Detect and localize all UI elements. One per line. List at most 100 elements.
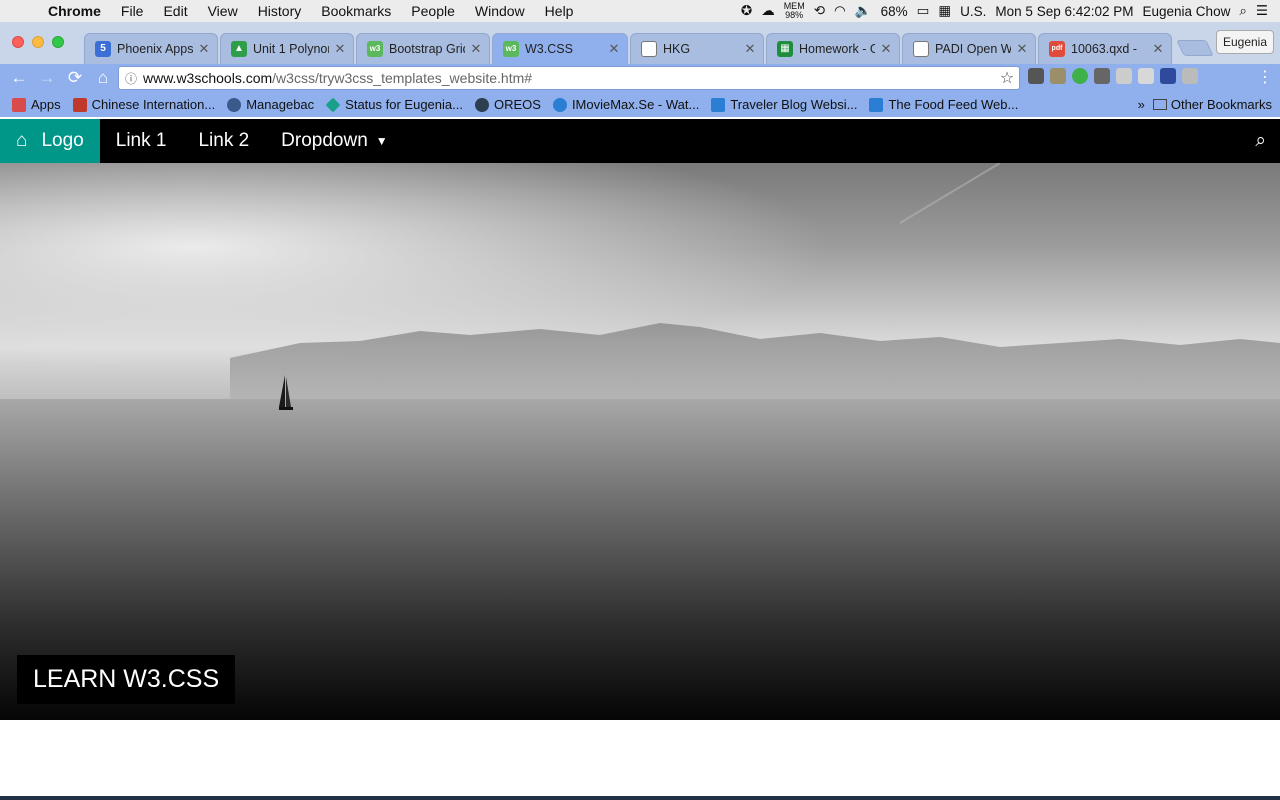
seascape-image [0, 163, 1280, 720]
address-bar[interactable]: ⓘ www.w3schools.com/w3css/tryw3css_templ… [118, 66, 1020, 90]
forward-arrow-icon[interactable]: → [33, 68, 61, 88]
menu-app-chrome[interactable]: Chrome [38, 3, 111, 19]
tab-unit-1-polynomials[interactable]: ▲ Unit 1 Polynom ✕ [220, 33, 354, 64]
back-arrow-icon[interactable]: ← [5, 68, 33, 88]
home-icon[interactable]: ⌂ [89, 68, 117, 88]
tab-padi-open-water[interactable]: PADI Open Wa ✕ [902, 33, 1036, 64]
tab-favicon-icon: 5 [95, 41, 111, 57]
facebook-extension-icon[interactable] [1116, 68, 1132, 84]
bookmark-traveler-blog[interactable]: Traveler Blog Websi... [705, 97, 863, 112]
extension-icon[interactable] [1160, 68, 1176, 84]
tab-bootstrap-grid[interactable]: w3 Bootstrap Grid ✕ [356, 33, 490, 64]
wix-icon [711, 97, 726, 112]
menu-bookmarks[interactable]: Bookmarks [311, 3, 401, 19]
bookmark-food-feed[interactable]: The Food Feed Web... [863, 97, 1024, 112]
tab-title: W3.CSS [525, 42, 573, 56]
new-tab-button[interactable] [1176, 40, 1214, 56]
menubar-status-area: ✪ ☁ MEM 98% ⟲ ◠ 🔈 68% ▭ ▦ U.S. Mon 5 Sep … [741, 2, 1280, 20]
wifi-icon[interactable]: ◠ [834, 3, 846, 19]
tab-title: 10063.qxd - [1071, 42, 1138, 56]
menu-file[interactable]: File [111, 3, 154, 19]
tab-title: Unit 1 Polynom [253, 42, 329, 56]
tab-close-icon[interactable]: ✕ [607, 41, 621, 57]
menu-view[interactable]: View [198, 3, 248, 19]
diamond-icon [325, 97, 341, 112]
desktop-background [0, 796, 1280, 800]
bookmark-chinese-international[interactable]: Chinese Internation... [67, 97, 222, 112]
settings-gear-extension-icon[interactable] [1028, 68, 1044, 84]
bookmark-oreos[interactable]: OREOS [469, 97, 547, 112]
chrome-window: 5 Phoenix Apps ✕ ▲ Unit 1 Polynom ✕ w3 B… [0, 22, 1280, 796]
folder-icon [1152, 99, 1167, 110]
pdf-icon: pdf [1049, 41, 1065, 57]
window-zoom-button[interactable] [52, 36, 64, 48]
nav-link-2[interactable]: Link 2 [182, 119, 265, 163]
tab-close-icon[interactable]: ✕ [333, 41, 347, 57]
extension-icon[interactable] [1138, 68, 1154, 84]
tab-close-icon[interactable]: ✕ [469, 41, 483, 57]
other-bookmarks[interactable]: » Other Bookmarks [1138, 97, 1280, 112]
window-close-button[interactable] [12, 36, 24, 48]
us-flag-icon[interactable]: ▦ [938, 3, 951, 19]
nav-logo[interactable]: ⌂ Logo [0, 119, 100, 163]
bookmark-label: Status for Eugenia... [345, 97, 463, 112]
profile-button[interactable]: Eugenia [1216, 30, 1274, 54]
menubar-user[interactable]: Eugenia Chow [1143, 4, 1231, 19]
tab-close-icon[interactable]: ✕ [1151, 41, 1165, 57]
bookmarks-bar: Apps Chinese Internation... Managebac St… [0, 92, 1280, 117]
tab-w3css-active[interactable]: w3 W3.CSS ✕ [492, 33, 628, 64]
globe-icon [227, 97, 242, 112]
tab-10063-pdf[interactable]: pdf 10063.qxd - ✕ [1038, 33, 1172, 64]
tab-close-icon[interactable]: ✕ [743, 41, 757, 57]
google-drive-extension-icon[interactable] [1182, 68, 1198, 84]
input-source-label[interactable]: U.S. [960, 4, 986, 19]
extension-icon[interactable] [1050, 68, 1066, 84]
window-minimize-button[interactable] [32, 36, 44, 48]
menubar-clock[interactable]: Mon 5 Sep 6:42:02 PM [995, 4, 1133, 19]
bookmark-status-for-eugenia[interactable]: Status for Eugenia... [320, 97, 469, 112]
tab-close-icon[interactable]: ✕ [197, 41, 211, 57]
site-info-icon[interactable]: ⓘ [119, 70, 143, 87]
spotlight-search-icon[interactable]: ⌕ [1239, 3, 1247, 19]
extension-icon[interactable] [1094, 68, 1110, 84]
notification-center-icon[interactable]: ☰ [1256, 3, 1268, 19]
bookmark-star-icon[interactable]: ☆ [995, 68, 1019, 88]
nav-search-button[interactable]: ⌕ [1241, 119, 1280, 163]
menu-window[interactable]: Window [465, 3, 535, 19]
chrome-menu-icon[interactable]: ⋮ [1257, 67, 1273, 87]
tab-close-icon[interactable]: ✕ [1015, 41, 1029, 57]
menu-people[interactable]: People [401, 3, 465, 19]
memory-icon[interactable]: ☁ [761, 3, 775, 19]
nav-logo-label: Logo [41, 130, 84, 151]
menu-edit[interactable]: Edit [153, 3, 197, 19]
tab-title: Phoenix Apps [117, 42, 193, 56]
battery-icon[interactable]: ▭ [917, 3, 930, 19]
w3schools-icon: w3 [367, 41, 383, 57]
tab-homework-sheets[interactable]: ▦ Homework - G ✕ [766, 33, 900, 64]
bookmark-managebac[interactable]: Managebac [221, 97, 320, 112]
apps-grid-icon [12, 97, 26, 112]
tab-close-icon[interactable]: ✕ [879, 41, 893, 57]
nav-link-1[interactable]: Link 1 [100, 119, 183, 163]
volume-icon[interactable]: 🔈 [855, 3, 872, 19]
bookmark-apps[interactable]: Apps [6, 97, 67, 112]
evernote-extension-icon[interactable] [1072, 68, 1088, 84]
memory-readout[interactable]: MEM 98% [784, 2, 805, 20]
other-bookmarks-label: Other Bookmarks [1170, 97, 1272, 112]
nav-dropdown[interactable]: Dropdown ▼ [265, 119, 404, 163]
w3schools-icon: w3 [503, 41, 519, 57]
tab-phoenix-apps[interactable]: 5 Phoenix Apps ✕ [84, 33, 218, 64]
menu-help[interactable]: Help [535, 3, 584, 19]
document-icon [641, 41, 657, 57]
tab-title: Homework - G [799, 42, 875, 56]
reload-icon[interactable]: ⟳ [61, 68, 89, 88]
activity-icon[interactable]: ✪ [741, 3, 752, 19]
gmail-icon [72, 97, 87, 112]
battery-percent[interactable]: 68% [881, 4, 908, 19]
chevron-double-right-icon[interactable]: » [1138, 97, 1145, 112]
tab-hkg[interactable]: HKG ✕ [630, 33, 764, 64]
time-machine-icon[interactable]: ⟲ [814, 3, 825, 19]
bookmark-imoviemax[interactable]: IMovieMax.Se - Wat... [547, 97, 705, 112]
menu-history[interactable]: History [248, 3, 312, 19]
tab-title: Bootstrap Grid [389, 42, 465, 56]
